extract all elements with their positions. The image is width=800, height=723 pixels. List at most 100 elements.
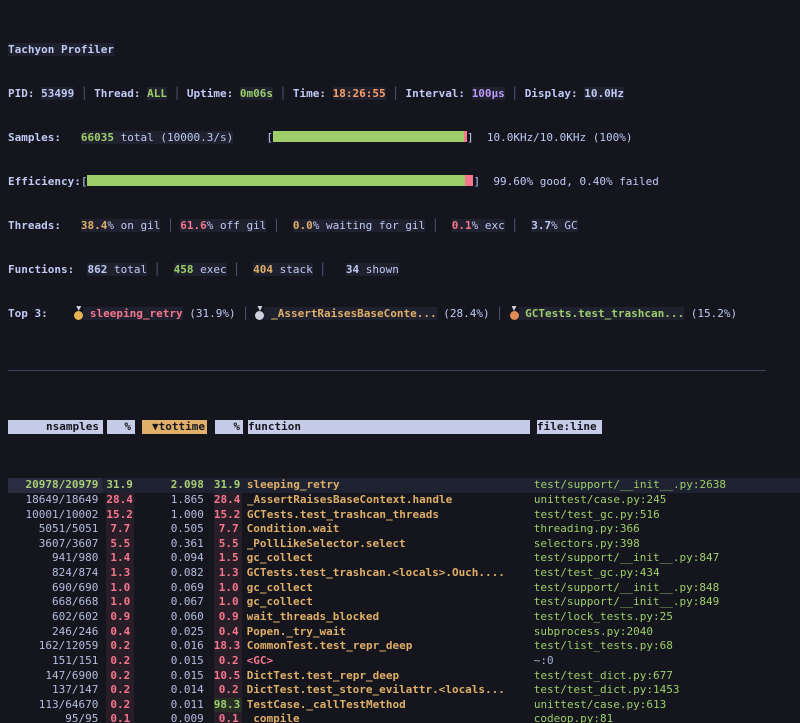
sample-rate-status: 10.0KHz/10.0KHz (100%) xyxy=(487,131,633,144)
nsamples-cell: 147/6900 xyxy=(8,669,102,684)
pct-cumulative-cell: 5.5 xyxy=(214,537,242,552)
table-row[interactable]: 147/69000.20.01510.5DictTest.test_repr_d… xyxy=(8,669,800,684)
file-line-cell: ~:0 xyxy=(534,654,800,669)
silver-medal-icon xyxy=(255,307,264,319)
column-header-file-line[interactable]: file:line xyxy=(537,420,602,435)
pct-cumulative-cell: 0.9 xyxy=(214,610,242,625)
pct-direct-cell: 28.4 xyxy=(106,493,134,508)
table-row[interactable]: 3607/36075.50.3615.5_PollLikeSelector.se… xyxy=(8,537,800,552)
file-line-cell: test/lock_tests.py:25 xyxy=(534,610,800,625)
tottime-cell: 1.000 xyxy=(141,508,206,523)
efficiency-status: 99.60% good, 0.40% failed xyxy=(493,175,659,188)
function-cell: _AssertRaisesBaseContext.handle xyxy=(247,493,527,508)
pct-direct-cell: 15.2 xyxy=(106,508,134,523)
pct-direct-cell: 0.2 xyxy=(106,698,134,713)
file-line-cell: subprocess.py:2040 xyxy=(534,625,800,640)
pct-direct-cell: 31.9 xyxy=(106,478,134,493)
pct-cumulative-cell: 1.0 xyxy=(214,595,242,610)
column-header-pct-direct[interactable]: % xyxy=(107,420,135,435)
pct-direct-cell: 5.5 xyxy=(106,537,134,552)
table-row[interactable]: 5051/50517.70.5057.7Condition.waitthread… xyxy=(8,522,800,537)
table-row[interactable]: 246/2460.40.0250.4Popen._try_waitsubproc… xyxy=(8,625,800,640)
function-cell: _compile xyxy=(247,712,527,723)
function-cell: <GC> xyxy=(247,654,527,669)
table-row[interactable]: 162/120590.20.01618.3CommonTest.test_rep… xyxy=(8,639,800,654)
file-line-cell: test/test_gc.py:516 xyxy=(534,508,800,523)
display-value: 10.0Hz xyxy=(584,87,624,100)
pct-cumulative-cell: 0.4 xyxy=(214,625,242,640)
table-row[interactable]: 602/6020.90.0600.9wait_threads_blockedte… xyxy=(8,610,800,625)
samples-bar xyxy=(273,131,467,142)
nsamples-cell: 824/874 xyxy=(8,566,102,581)
nsamples-cell: 113/64670 xyxy=(8,698,102,713)
off-gil-pct: 61.6 xyxy=(180,219,207,232)
pct-cumulative-cell: 28.4 xyxy=(214,493,242,508)
table-row[interactable]: 113/646700.20.01198.3TestCase._callTestM… xyxy=(8,698,800,713)
nsamples-cell: 95/95 xyxy=(8,712,102,723)
table-row[interactable]: 137/1470.20.0140.2DictTest.test_store_ev… xyxy=(8,683,800,698)
table-row[interactable]: 20978/2097931.92.09831.9sleeping_retryte… xyxy=(8,478,800,493)
tottime-cell: 0.069 xyxy=(141,581,206,596)
nsamples-cell: 602/602 xyxy=(8,610,102,625)
interval-value: 100µs xyxy=(472,87,505,100)
file-line-cell: selectors.py:398 xyxy=(534,537,800,552)
tottime-cell: 0.015 xyxy=(141,669,206,684)
table-row[interactable]: 690/6901.00.0691.0gc_collecttest/support… xyxy=(8,581,800,596)
file-line-cell: test/support/__init__.py:847 xyxy=(534,551,800,566)
pct-cumulative-cell: 18.3 xyxy=(214,639,242,654)
tottime-cell: 0.015 xyxy=(141,654,206,669)
file-line-cell: test/support/__init__.py:848 xyxy=(534,581,800,596)
table-row[interactable]: 18649/1864928.41.86528.4_AssertRaisesBas… xyxy=(8,493,800,508)
pct-cumulative-cell: 1.5 xyxy=(214,551,242,566)
functions-line: Functions: 862 total │ 458 exec │ 404 st… xyxy=(8,263,800,278)
column-header-pct-cumulative[interactable]: % xyxy=(215,420,243,435)
table-header-row: nsamples % ▼tottime % function file:line xyxy=(8,420,800,435)
tottime-cell: 0.011 xyxy=(141,698,206,713)
tottime-cell: 0.082 xyxy=(141,566,206,581)
function-cell: DictTest.test_store_evilattr.<locals... xyxy=(247,683,527,698)
table-row[interactable]: 824/874 1.3 0.082 1.3 GCTests.test_trashcan.… xyxy=(8,566,800,581)
table-row[interactable]: 10001/1000215.21.00015.2GCTests.test_tra… xyxy=(8,508,800,523)
column-header-tottime-sorted[interactable]: ▼tottime xyxy=(142,420,207,435)
function-cell: DictTest.test_repr_deep xyxy=(247,669,527,684)
table-row[interactable]: 151/1510.20.0150.2<GC>~:0 xyxy=(8,654,800,669)
pct-direct-cell: 0.1 xyxy=(106,712,134,723)
nsamples-cell: 20978/20979 xyxy=(8,478,102,493)
top1-function: sleeping_retry xyxy=(90,307,183,320)
app-title-text: Tachyon Profiler xyxy=(8,43,114,56)
function-cell: Popen._try_wait xyxy=(247,625,527,640)
top2-function: _AssertRaisesBaseConte... xyxy=(271,307,437,320)
tottime-cell: 0.060 xyxy=(141,610,206,625)
pct-direct-cell: 1.3 xyxy=(106,566,134,581)
table-row[interactable]: 941/9801.40.0941.5gc_collecttest/support… xyxy=(8,551,800,566)
file-line-cell: codeop.py:81 xyxy=(534,712,800,723)
nsamples-cell: 10001/10002 xyxy=(8,508,102,523)
tottime-cell: 0.025 xyxy=(141,625,206,640)
function-cell: GCTests.test_trashcan.<locals>.Ouch.... xyxy=(247,566,527,581)
top3-function: GCTests.test_trashcan... xyxy=(525,307,684,320)
file-line-cell: test/list_tests.py:68 xyxy=(534,639,800,654)
pct-cumulative-cell: 0.1 xyxy=(214,712,242,723)
column-header-nsamples[interactable]: nsamples xyxy=(8,420,103,435)
function-cell: Condition.wait xyxy=(247,522,527,537)
nsamples-cell: 690/690 xyxy=(8,581,102,596)
column-header-function[interactable]: function xyxy=(248,420,530,435)
tachyon-profiler-terminal: Tachyon Profiler PID: 53499 │ Thread: AL… xyxy=(0,0,800,723)
function-cell: gc_collect xyxy=(247,551,527,566)
exc-pct: 0.1 xyxy=(452,219,472,232)
pct-direct-cell: 7.7 xyxy=(106,522,134,537)
nsamples-cell: 137/147 xyxy=(8,683,102,698)
on-gil-pct: 38.4 xyxy=(81,219,108,232)
pct-direct-cell: 0.2 xyxy=(106,654,134,669)
function-cell: CommonTest.test_repr_deep xyxy=(247,639,527,654)
tottime-cell: 2.098 xyxy=(141,478,206,493)
functions-shown: 34 xyxy=(346,263,359,276)
table-row[interactable]: 668/6681.00.0671.0gc_collecttest/support… xyxy=(8,595,800,610)
tottime-cell: 0.094 xyxy=(141,551,206,566)
table-row[interactable]: 95/950.10.0090.1_compilecodeop.py:81 xyxy=(8,712,800,723)
nsamples-cell: 246/246 xyxy=(8,625,102,640)
pct-cumulative-cell: 31.9 xyxy=(214,478,242,493)
efficiency-bar xyxy=(87,175,473,186)
samples-total: 66035 xyxy=(81,131,114,144)
pct-cumulative-cell: 1.3 xyxy=(214,566,242,581)
